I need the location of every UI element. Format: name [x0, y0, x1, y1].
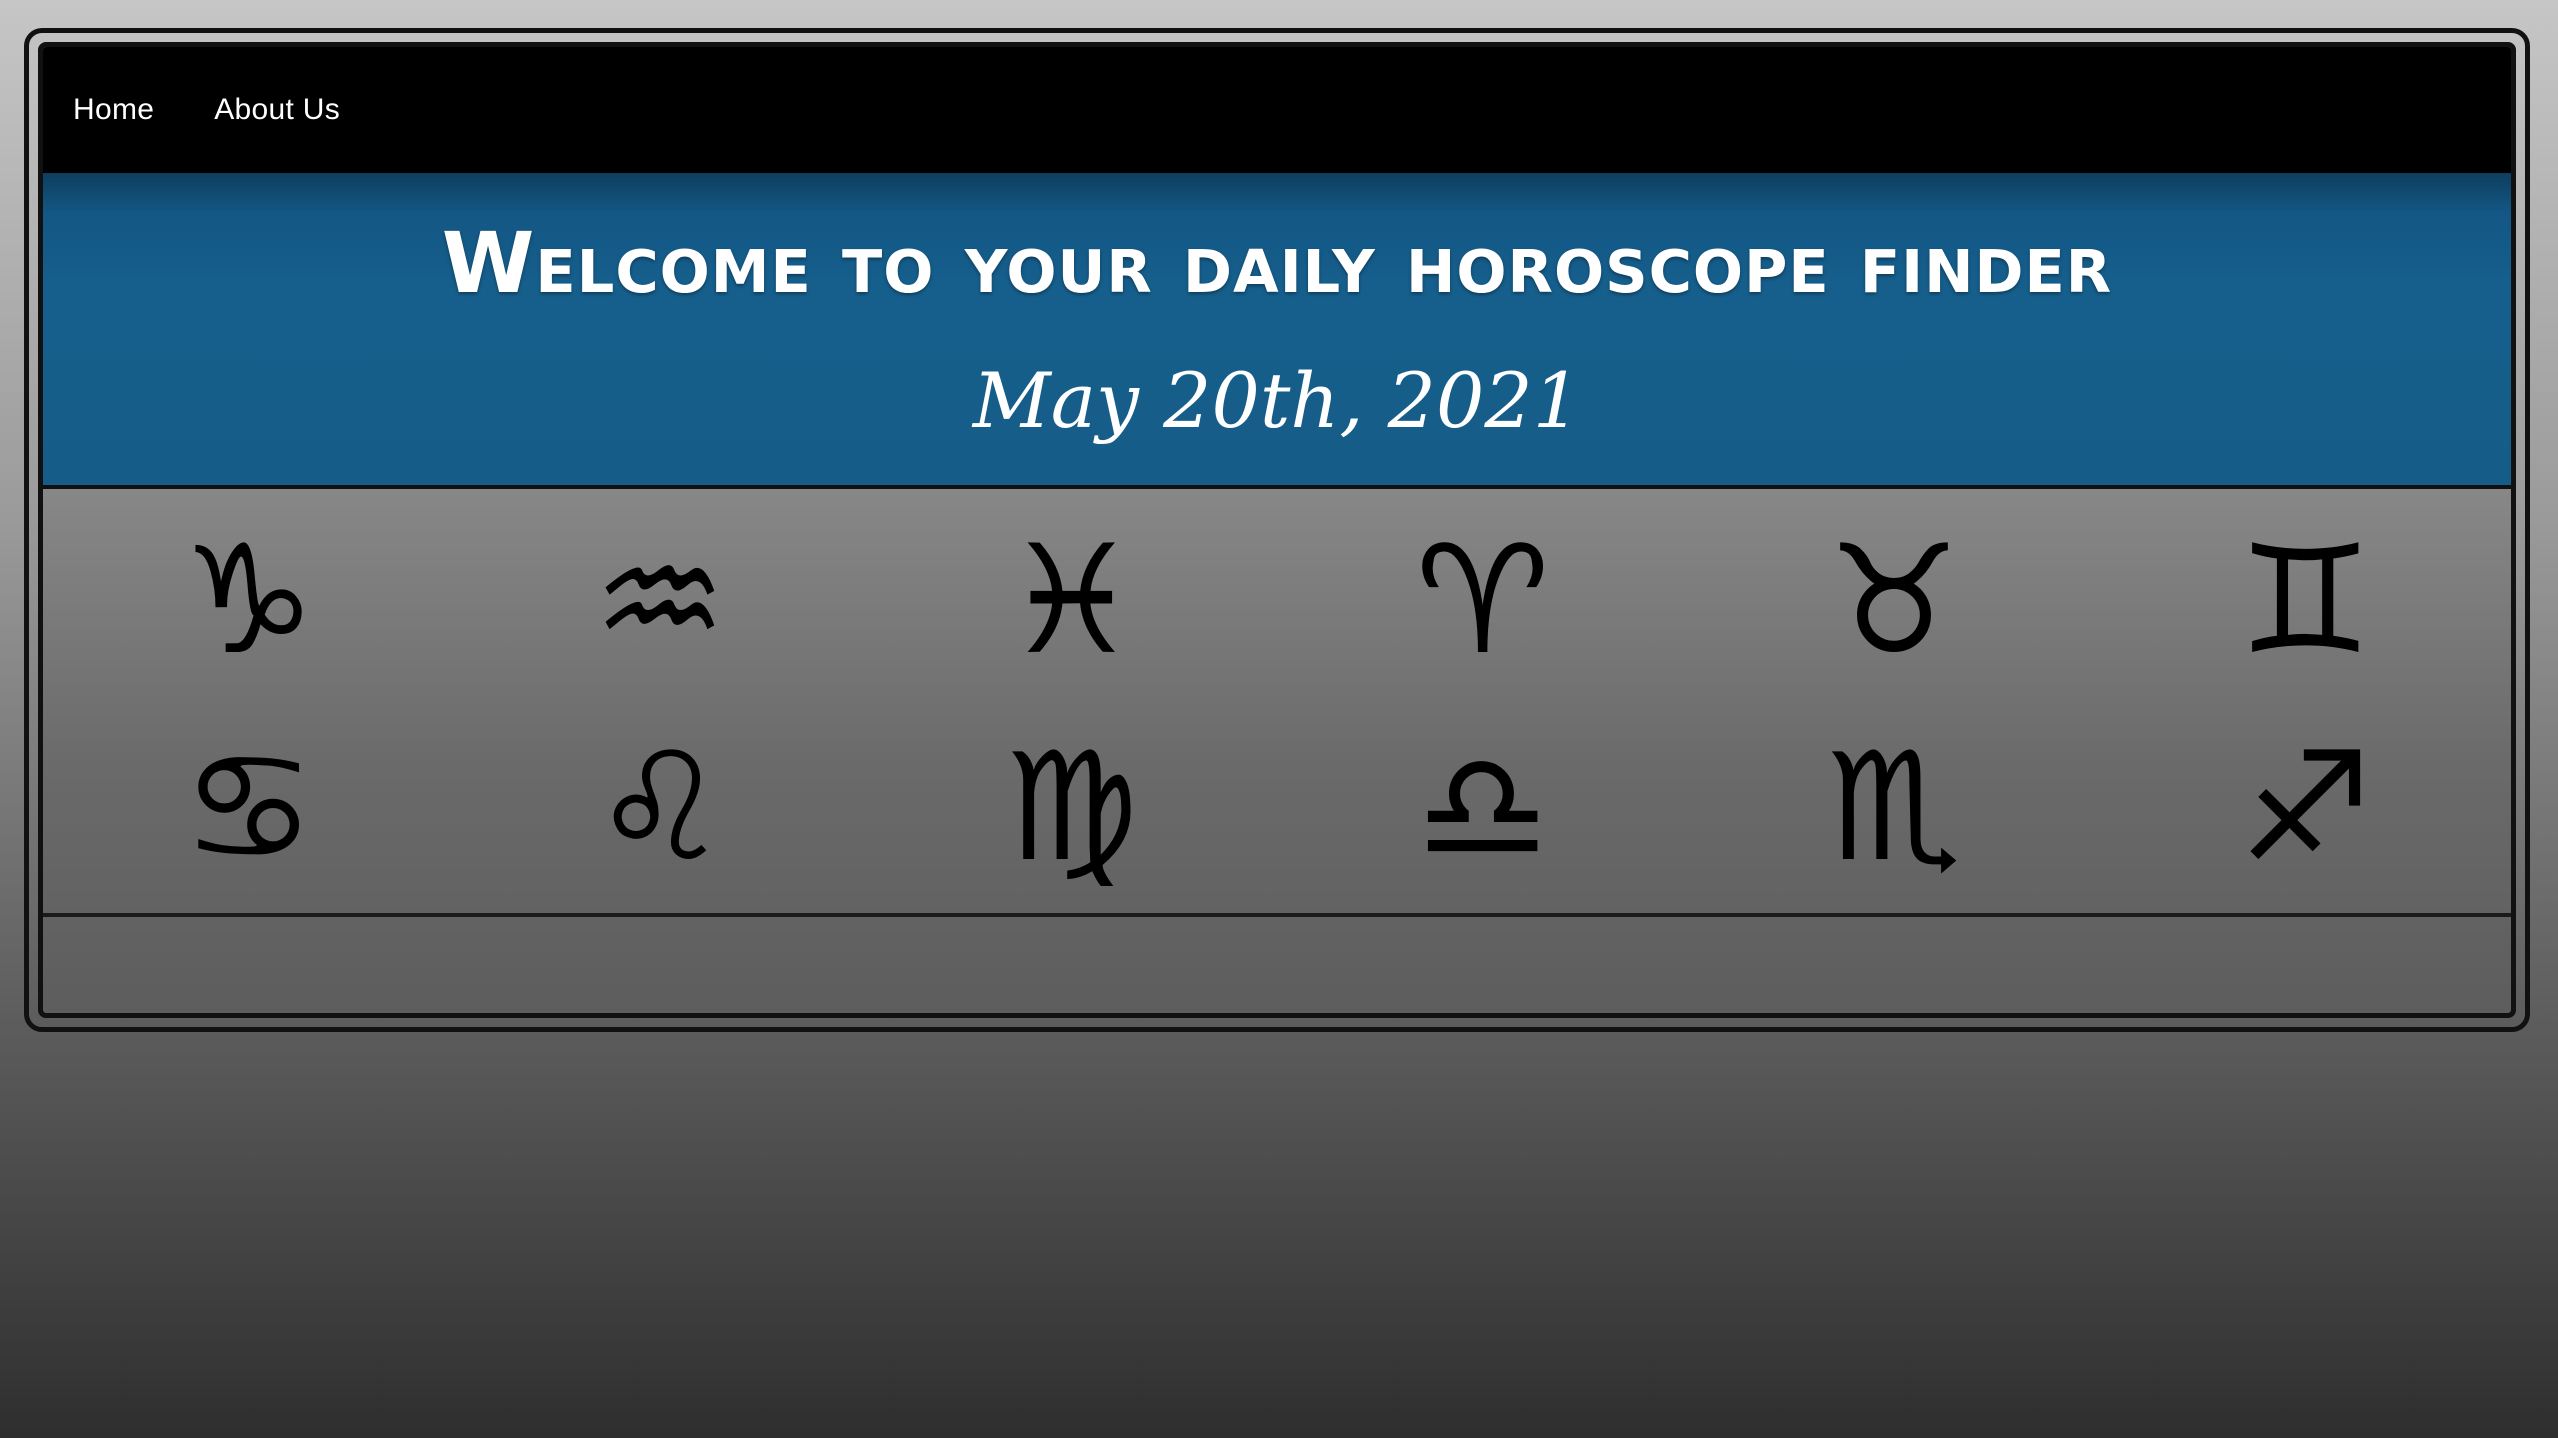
zodiac-grid: ♑ ♒ ♓ ♈ ♉ ♊ ♋ ♌ ♍ ♎ ♏ ♐: [43, 489, 2511, 917]
capricorn-icon: ♑: [181, 514, 316, 688]
sagittarius-icon: ♐: [2238, 721, 2373, 895]
gemini-icon: ♊: [2238, 514, 2373, 688]
zodiac-cancer-button[interactable]: ♋: [43, 703, 454, 913]
libra-icon: ♎: [1415, 721, 1550, 895]
zodiac-sagittarius-button[interactable]: ♐: [2100, 703, 2511, 913]
pisces-icon: ♓: [1004, 514, 1139, 688]
zodiac-virgo-button[interactable]: ♍: [866, 703, 1277, 913]
page-container: Home About Us Welcome to your daily horo…: [38, 42, 2516, 1018]
zodiac-scorpio-button[interactable]: ♏: [1688, 703, 2099, 913]
current-date: May 20th, 2021: [972, 356, 1582, 445]
zodiac-capricorn-button[interactable]: ♑: [43, 499, 454, 703]
outer-frame: Home About Us Welcome to your daily horo…: [24, 28, 2530, 1032]
nav-home-link[interactable]: Home: [73, 93, 154, 127]
page-title: Welcome to your daily horoscope finder: [441, 214, 2113, 312]
leo-icon: ♌: [592, 721, 728, 895]
zodiac-taurus-button[interactable]: ♉: [1688, 499, 2099, 703]
footer: [43, 917, 2511, 1013]
nav-about-us-link[interactable]: About Us: [214, 93, 340, 127]
cancer-icon: ♋: [181, 721, 316, 895]
navbar: Home About Us: [43, 47, 2511, 173]
zodiac-pisces-button[interactable]: ♓: [866, 499, 1277, 703]
zodiac-leo-button[interactable]: ♌: [454, 703, 865, 913]
hero-header: Welcome to your daily horoscope finder M…: [43, 173, 2511, 489]
virgo-icon: ♍: [1004, 721, 1139, 895]
scorpio-icon: ♏: [1826, 721, 1962, 895]
taurus-icon: ♉: [1826, 514, 1962, 688]
zodiac-aquarius-button[interactable]: ♒: [454, 499, 865, 703]
aries-icon: ♈: [1415, 514, 1550, 688]
zodiac-aries-button[interactable]: ♈: [1277, 499, 1688, 703]
zodiac-gemini-button[interactable]: ♊: [2100, 499, 2511, 703]
zodiac-libra-button[interactable]: ♎: [1277, 703, 1688, 913]
aquarius-icon: ♒: [592, 514, 728, 688]
